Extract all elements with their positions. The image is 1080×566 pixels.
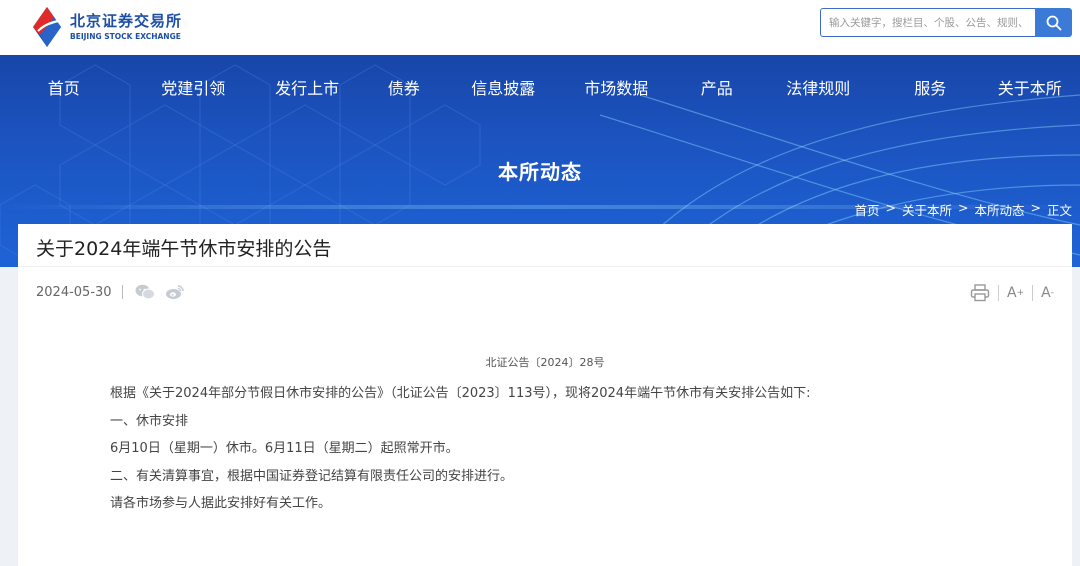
breadcrumb-news[interactable]: 本所动态: [974, 200, 1024, 219]
font-decrease-button[interactable]: A-: [1041, 285, 1054, 301]
breadcrumb-about[interactable]: 关于本所: [902, 200, 952, 219]
bse-logo-icon: [30, 5, 64, 49]
meta-divider: [121, 285, 123, 299]
article-card: 关于2024年端午节休市安排的公告 2024-05-30 A + A - 北证公…: [18, 224, 1072, 566]
nav-item-listing[interactable]: 发行上市: [259, 55, 356, 118]
search-input[interactable]: [821, 9, 1035, 36]
article-paragraph: 6月10日（星期一）休市。6月11日（星期二）起照常开市。: [110, 441, 459, 456]
site-logo[interactable]: 北京证券交易所 BEIJING STOCK EXCHANGE: [30, 4, 195, 50]
print-icon[interactable]: [970, 284, 990, 302]
article-paragraph: 一、休市安排: [110, 413, 189, 429]
title-divider: [18, 266, 1072, 267]
article-title: 关于2024年端午节休市安排的公告: [36, 238, 332, 260]
document-number: 北证公告〔2024〕28号: [485, 356, 605, 369]
nav-item-rules[interactable]: 法律规则: [755, 55, 881, 118]
search-box: [820, 8, 1036, 37]
article-paragraph: 二、有关清算事宜，根据中国证券登记结算有限责任公司的安排进行。: [110, 468, 514, 484]
nav-item-party-building[interactable]: 党建引领: [128, 55, 259, 118]
breadcrumb: 首页 > 关于本所 > 本所动态 > 正文: [854, 200, 1072, 219]
breadcrumb-separator: >: [885, 200, 896, 215]
article-tools: A + A-: [970, 282, 1054, 304]
article-body: 根据《关于2024年部分节假日休市安排的公告》（北证公告〔2023〕113号），…: [110, 380, 1010, 518]
tool-divider: [1032, 285, 1034, 301]
article-paragraph: 请各市场参与人据此安排好有关工作。: [110, 496, 332, 511]
nav-item-services[interactable]: 服务: [881, 55, 980, 118]
nav-item-disclosure[interactable]: 信息披露: [452, 55, 554, 118]
nav-item-market-data[interactable]: 市场数据: [554, 55, 678, 118]
font-increase-button[interactable]: A +: [1007, 285, 1024, 301]
nav-item-products[interactable]: 产品: [678, 55, 755, 118]
logo-chinese-name: 北京证券交易所: [70, 12, 183, 30]
nav-item-bonds[interactable]: 债券: [355, 55, 452, 118]
breadcrumb-current: 正文: [1046, 203, 1072, 218]
breadcrumb-separator: >: [1030, 200, 1041, 215]
banner-title: 本所动态: [498, 160, 582, 184]
font-decrease-label: A: [1041, 285, 1051, 301]
article-paragraph: 根据《关于2024年部分节假日休市安排的公告》（北证公告〔2023〕113号），…: [110, 386, 811, 401]
nav-item-about[interactable]: 关于本所: [980, 55, 1080, 118]
weibo-icon[interactable]: [165, 283, 185, 301]
main-nav: 首页 党建引领 发行上市 债券 信息披露 市场数据 产品 法律规则 服务 关于本…: [0, 55, 1080, 118]
tool-divider: [998, 285, 1000, 301]
breadcrumb-separator: >: [958, 200, 969, 215]
article-meta: 2024-05-30: [36, 282, 195, 302]
site-header: 北京证券交易所 BEIJING STOCK EXCHANGE: [0, 0, 1080, 55]
logo-english-name: BEIJING STOCK EXCHANGE: [70, 32, 181, 41]
nav-item-home[interactable]: 首页: [0, 55, 128, 118]
breadcrumb-home[interactable]: 首页: [854, 200, 879, 219]
publish-date: 2024-05-30: [36, 284, 112, 300]
search-icon: [1046, 15, 1061, 30]
search-button[interactable]: [1035, 8, 1072, 37]
wechat-icon[interactable]: [135, 283, 155, 301]
font-increase-label: A: [1007, 285, 1017, 301]
